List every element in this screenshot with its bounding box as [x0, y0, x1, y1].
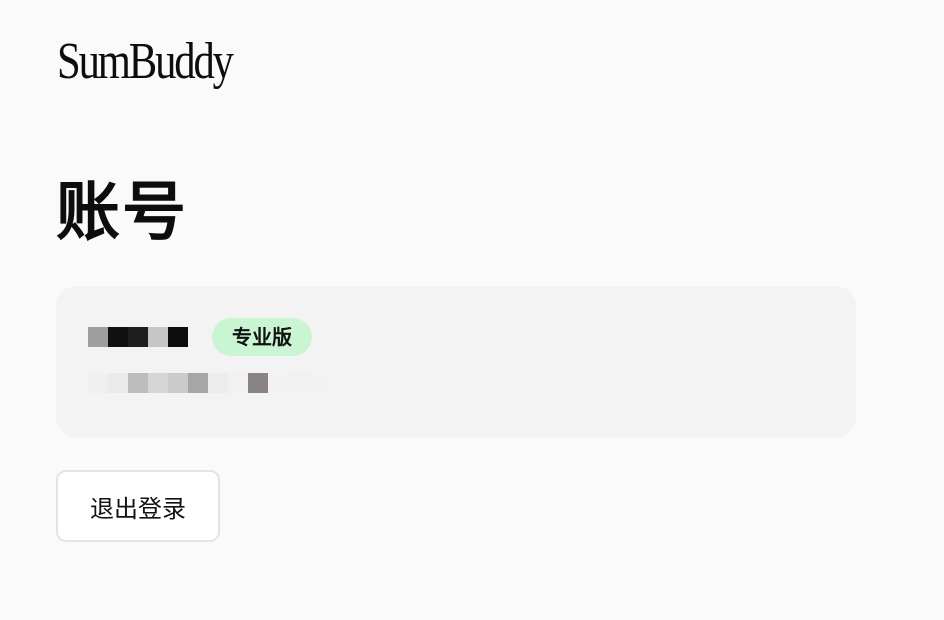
redaction-pixel: [208, 373, 228, 393]
redaction-pixel: [228, 373, 248, 393]
redaction-pixel: [88, 327, 108, 347]
redaction-pixel: [168, 327, 188, 347]
redaction-pixel: [248, 373, 268, 393]
plan-badge: 专业版: [212, 318, 312, 356]
redaction-pixel: [108, 327, 128, 347]
account-info-card: 专业版: [56, 286, 856, 437]
redaction-pixel: [168, 373, 188, 393]
redaction-pixel: [308, 373, 328, 393]
username-row: 专业版: [88, 318, 312, 356]
redaction-pixel: [128, 327, 148, 347]
redaction-pixel: [268, 373, 288, 393]
account-page: SumBuddy 账号 专业版 退出登录: [0, 0, 944, 620]
redaction-pixel: [128, 373, 148, 393]
redaction-pixel: [288, 373, 308, 393]
logout-button[interactable]: 退出登录: [56, 470, 220, 542]
redaction-pixel: [148, 373, 168, 393]
redaction-pixel: [108, 373, 128, 393]
redaction-pixel: [148, 327, 168, 347]
redacted-email: [88, 373, 328, 393]
sumbuddy-logo: SumBuddy: [57, 33, 234, 90]
redaction-pixel: [188, 373, 208, 393]
page-title: 账号: [56, 176, 188, 250]
redacted-username: [88, 327, 188, 347]
redaction-pixel: [88, 373, 108, 393]
